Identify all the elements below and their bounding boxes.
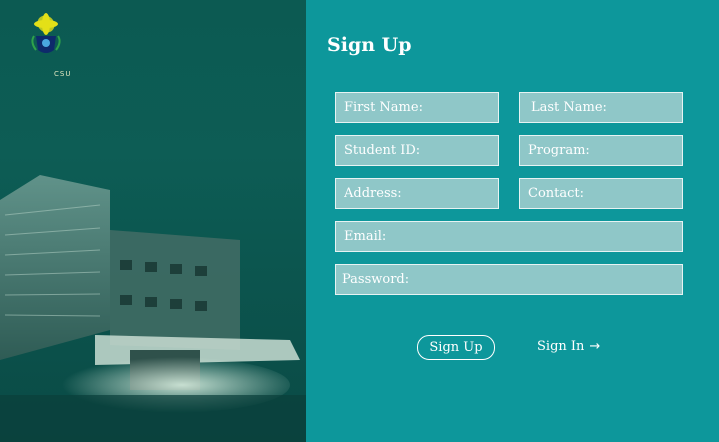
campus-photo-panel: CSU <box>0 0 306 442</box>
student-id-input[interactable] <box>335 135 499 166</box>
form-title: Sign Up <box>327 34 412 56</box>
arrow-right-icon: → <box>589 339 601 354</box>
program-input[interactable] <box>519 135 683 166</box>
signup-page: CSU Sign Up Sign Up Sign In → <box>0 0 719 442</box>
email-input[interactable] <box>335 221 683 252</box>
first-name-input[interactable] <box>335 92 499 123</box>
signin-link[interactable]: Sign In → <box>537 339 600 354</box>
address-input[interactable] <box>335 178 499 209</box>
signin-link-label: Sign In <box>537 339 585 354</box>
signup-button[interactable]: Sign Up <box>417 335 495 360</box>
last-name-input[interactable] <box>519 92 683 123</box>
logo-text: CSU <box>54 70 72 78</box>
logo-emblem-icon <box>31 13 61 53</box>
contact-input[interactable] <box>519 178 683 209</box>
university-logo: CSU <box>26 12 70 78</box>
password-input[interactable] <box>335 264 683 295</box>
